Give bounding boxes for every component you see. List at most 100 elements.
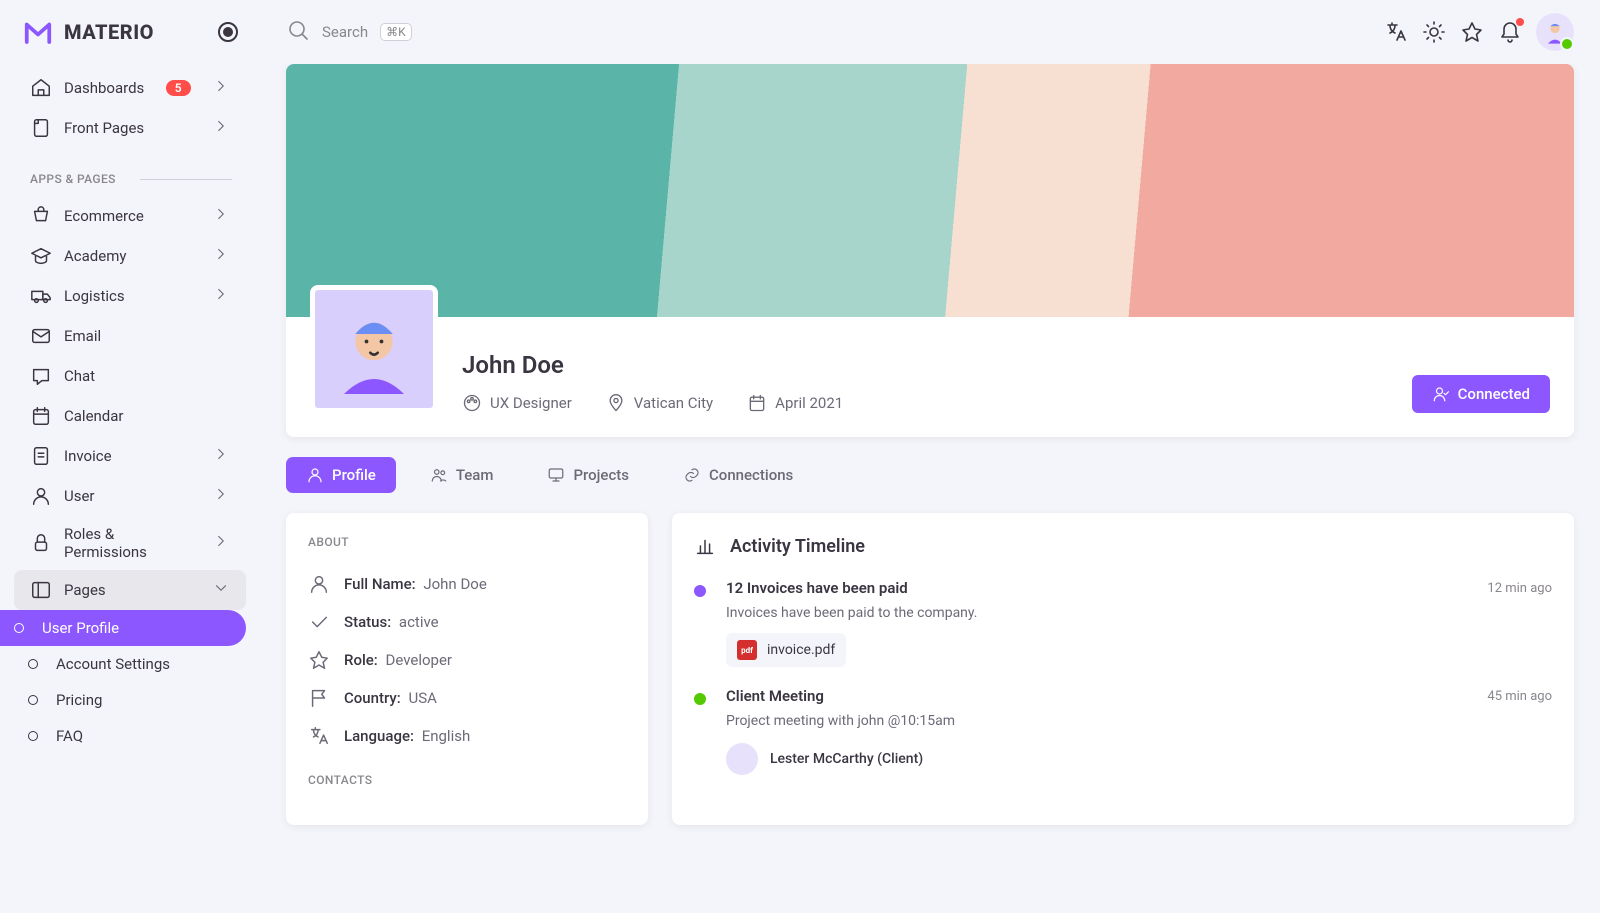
chevron-down-icon [212,579,230,601]
sidebar-item-user[interactable]: User [14,476,246,516]
about-language: Language: English [308,717,626,755]
avatar-face-icon [329,304,419,394]
lock-icon [30,532,52,554]
search-shortcut: ⌘K [380,23,412,41]
file-icon [30,117,52,139]
chevron-right-icon [212,485,230,507]
sidebar-item-dashboards[interactable]: Dashboards 5 [14,68,246,108]
palette-icon [462,393,482,413]
tab-projects[interactable]: Projects [527,457,649,493]
timeline-desc: Invoices have been paid to the company. [726,605,1552,621]
connected-button[interactable]: Connected [1412,375,1550,413]
check-icon [308,611,330,633]
sidebar-item-frontpages[interactable]: Front Pages [14,108,246,148]
brand[interactable]: MATERIO [0,16,260,68]
user-avatar[interactable] [1536,13,1574,51]
sidebar-item-label: Roles & Permissions [64,525,200,561]
sidebar-item-chat[interactable]: Chat [14,356,246,396]
user-icon [306,466,324,484]
sidebar-toggle-icon[interactable] [218,22,238,42]
sidebar-item-academy[interactable]: Academy [14,236,246,276]
search-button[interactable]: Search ⌘K [286,18,412,46]
user-icon [30,485,52,507]
star-icon [308,649,330,671]
search-placeholder: Search [322,23,368,41]
sub-dot-icon [22,659,44,669]
sidebar-item-label: Calendar [64,407,124,425]
academy-icon [30,245,52,267]
sidebar-item-roles[interactable]: Roles & Permissions [14,516,246,570]
home-icon [30,77,52,99]
about-heading: ABOUT [308,535,626,549]
timeline-item: 12 Invoices have been paid 12 min ago In… [694,579,1552,687]
calendar-icon [747,393,767,413]
layout-icon [30,579,52,601]
avatar [726,743,758,775]
flag-icon [308,687,330,709]
language-icon[interactable] [1384,20,1408,44]
invoice-icon [30,445,52,467]
timeline-title: 12 Invoices have been paid [726,579,908,597]
about-status: Status: active [308,603,626,641]
main: Search ⌘K John Doe UX Designer [260,0,1600,913]
section-header: APPS & PAGES [0,148,260,196]
sidebar-item-label: Pricing [56,691,102,709]
about-full-name: Full Name: John Doe [308,565,626,603]
sidebar-sub-pricing[interactable]: Pricing [0,682,246,718]
sub-dot-icon [8,623,30,633]
sidebar-item-ecommerce[interactable]: Ecommerce [14,196,246,236]
sidebar-sub-userprofile[interactable]: User Profile [0,610,246,646]
profile-avatar [310,285,438,413]
chevron-right-icon [212,445,230,467]
tab-connections[interactable]: Connections [663,457,813,493]
sidebar-item-label: Front Pages [64,119,144,137]
sidebar-item-logistics[interactable]: Logistics [14,276,246,316]
sidebar-item-label: FAQ [56,727,83,745]
sidebar-item-label: Ecommerce [64,207,144,225]
profile-name: John Doe [462,351,1412,379]
chat-icon [30,365,52,387]
sidebar-item-calendar[interactable]: Calendar [14,396,246,436]
language-icon [308,725,330,747]
theme-toggle-icon[interactable] [1422,20,1446,44]
badge-count: 5 [166,80,191,96]
search-icon [286,18,310,46]
timeline-user: Lester McCarthy (Client) [726,743,1552,775]
brand-name: MATERIO [64,20,154,44]
cart-icon [30,205,52,227]
profile-location: Vatican City [606,393,713,413]
timeline-heading: Activity Timeline [694,535,1552,557]
tab-team[interactable]: Team [410,457,514,493]
tab-profile[interactable]: Profile [286,457,396,493]
timeline-time: 12 min ago [1487,581,1552,596]
sidebar-item-invoice[interactable]: Invoice [14,436,246,476]
timeline-dot-icon [694,585,706,597]
chevron-right-icon [212,245,230,267]
chevron-right-icon [212,285,230,307]
about-role: Role: Developer [308,641,626,679]
users-icon [430,466,448,484]
chevron-right-icon [212,205,230,227]
profile-header-card: John Doe UX Designer Vatican City April … [286,64,1574,437]
chevron-right-icon [212,117,230,139]
calendar-icon [30,405,52,427]
sidebar-item-email[interactable]: Email [14,316,246,356]
about-country: Country: USA [308,679,626,717]
sidebar-sub-faq[interactable]: FAQ [0,718,246,754]
sidebar-item-label: Email [64,327,101,345]
sidebar-item-pages[interactable]: Pages [14,570,246,610]
brand-logo-icon [22,16,54,48]
timeline-title: Client Meeting [726,687,824,705]
topbar: Search ⌘K [260,0,1600,64]
star-icon[interactable] [1460,20,1484,44]
contacts-heading: CONTACTS [308,773,626,787]
user-icon [308,573,330,595]
timeline-attachment[interactable]: pdf invoice.pdf [726,633,846,667]
sidebar-sub-accountsettings[interactable]: Account Settings [0,646,246,682]
sidebar-item-label: Invoice [64,447,112,465]
cover-image [286,64,1574,317]
bell-icon[interactable] [1498,20,1522,44]
profile-role: UX Designer [462,393,572,413]
profile-tabs: Profile Team Projects Connections [286,457,1574,493]
chevron-right-icon [212,532,230,554]
